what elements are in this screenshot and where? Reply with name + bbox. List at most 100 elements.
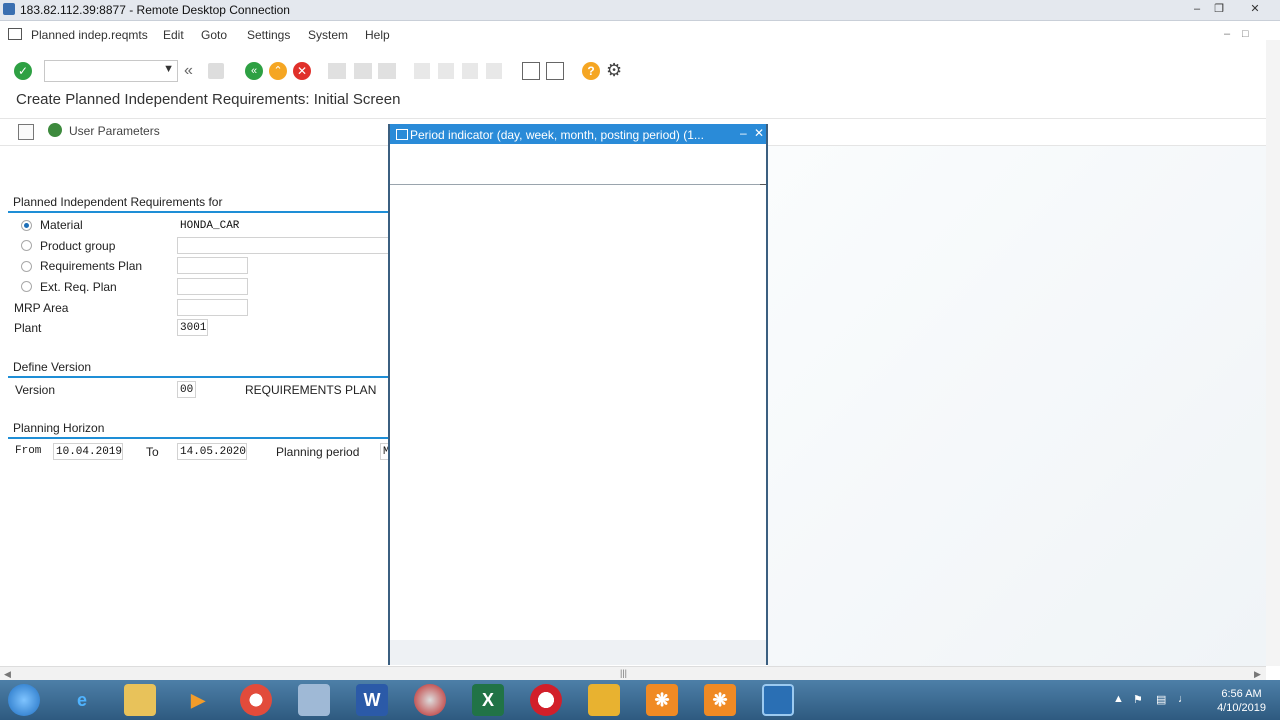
media-player-icon[interactable]: ▶ bbox=[182, 684, 214, 716]
user-parameters-button[interactable]: User Parameters bbox=[69, 124, 160, 138]
mrp-area-label: MRP Area bbox=[14, 301, 69, 315]
product-group-label: Product group bbox=[40, 239, 116, 253]
windows-taskbar: e ▶ W X ❋ ❋ ▲ ⚑ ▤ ♩ 6:56 AM 4/10/2019 bbox=[0, 680, 1280, 720]
sap-logon-icon[interactable]: ❋ bbox=[646, 684, 678, 716]
version-description: REQUIREMENTS PLAN bbox=[245, 383, 377, 397]
media-app-icon[interactable] bbox=[414, 684, 446, 716]
to-date-field[interactable]: 14.05.2020 bbox=[177, 443, 247, 460]
close-icon[interactable]: ✕ bbox=[754, 126, 764, 140]
requirements-plan-label: Requirements Plan bbox=[40, 259, 143, 273]
ext-req-plan-label: Ext. Req. Plan bbox=[40, 280, 117, 294]
remote-desktop-icon bbox=[3, 3, 15, 15]
group-header-planning-horizon: Planning Horizon bbox=[8, 421, 393, 439]
taskbar-clock[interactable]: 6:56 AM 4/10/2019 bbox=[1217, 687, 1266, 715]
menu-help[interactable]: Help bbox=[365, 28, 390, 42]
copy-icon[interactable] bbox=[18, 124, 34, 140]
from-date-field[interactable]: 10.04.2019 bbox=[53, 443, 123, 460]
version-field[interactable]: 00 bbox=[177, 381, 196, 398]
popup-footer bbox=[390, 640, 766, 665]
clock-time: 6:56 AM bbox=[1221, 688, 1262, 700]
enter-check-icon[interactable]: ✓ bbox=[14, 62, 32, 80]
popup-titlebar[interactable]: Period indicator (day, week, month, post… bbox=[390, 124, 766, 144]
plant-field[interactable]: 3001 bbox=[177, 319, 208, 336]
clock-date: 4/10/2019 bbox=[1217, 702, 1266, 714]
word-icon[interactable]: W bbox=[356, 684, 388, 716]
sap-standard-toolbar: ✓ ▼ « « ⌃ ✕ ? ⚙ bbox=[0, 54, 1280, 86]
save-icon[interactable] bbox=[208, 63, 224, 79]
menu-settings[interactable]: Settings bbox=[247, 28, 290, 42]
back-icon[interactable]: « bbox=[245, 62, 263, 80]
tray-expand-icon[interactable]: ▲ bbox=[1113, 693, 1124, 705]
period-indicator-popup: Period indicator (day, week, month, post… bbox=[388, 124, 768, 665]
file-explorer-icon[interactable] bbox=[124, 684, 156, 716]
find-icon[interactable] bbox=[354, 63, 372, 79]
sap-gui-icon[interactable]: ❋ bbox=[704, 684, 736, 716]
plant-label: Plant bbox=[14, 321, 42, 335]
chrome-icon[interactable] bbox=[240, 684, 272, 716]
popup-divider bbox=[390, 184, 766, 185]
menu-icon[interactable] bbox=[8, 28, 22, 40]
menu-system[interactable]: System bbox=[308, 28, 348, 42]
material-field[interactable]: HONDA_CAR bbox=[177, 217, 387, 234]
ext-req-plan-field[interactable] bbox=[177, 278, 248, 295]
network-icon[interactable]: ▤ bbox=[1156, 693, 1166, 706]
shortcut-icon[interactable] bbox=[546, 62, 564, 80]
group-header-define-version: Define Version bbox=[8, 360, 393, 378]
next-page-icon[interactable] bbox=[462, 63, 478, 79]
previous-page-icon[interactable] bbox=[438, 63, 454, 79]
screen-title: Create Planned Independent Requirements:… bbox=[16, 91, 401, 108]
menu-goto[interactable]: Goto bbox=[201, 28, 227, 42]
background-area bbox=[768, 146, 1266, 666]
requirements-plan-field[interactable] bbox=[177, 257, 248, 274]
menu-planned-indep-reqmts[interactable]: Planned indep.reqmts bbox=[31, 28, 148, 42]
action-center-icon[interactable]: ⚑ bbox=[1133, 693, 1143, 706]
scroll-left-icon[interactable]: ◀ bbox=[4, 669, 11, 680]
internet-explorer-icon[interactable]: e bbox=[66, 684, 98, 716]
customize-layout-icon[interactable]: ⚙ bbox=[606, 60, 622, 81]
find-next-icon[interactable] bbox=[378, 63, 396, 79]
material-label: Material bbox=[40, 218, 83, 232]
product-group-radio[interactable] bbox=[21, 240, 32, 251]
opera-icon[interactable] bbox=[530, 684, 562, 716]
exit-icon[interactable]: ⌃ bbox=[269, 62, 287, 80]
start-button-icon[interactable] bbox=[8, 684, 40, 716]
product-group-field[interactable] bbox=[177, 237, 389, 254]
create-session-icon[interactable] bbox=[522, 62, 540, 80]
double-chevron-left-icon[interactable]: « bbox=[184, 62, 193, 80]
window-title: 183.82.112.39:8877 - Remote Desktop Conn… bbox=[20, 3, 290, 17]
horizontal-scrollbar[interactable]: ◀ ||| ▶ bbox=[0, 666, 1266, 681]
remote-desktop-titlebar: 183.82.112.39:8877 - Remote Desktop Conn… bbox=[0, 0, 1280, 21]
minimize-icon[interactable]: – bbox=[1186, 2, 1208, 17]
chevron-down-icon[interactable]: ▼ bbox=[163, 63, 174, 75]
group-header-planned-requirements: Planned Independent Requirements for bbox=[8, 195, 393, 213]
close-icon[interactable]: ✕ bbox=[1244, 2, 1266, 17]
minimize-session-icon[interactable]: – bbox=[1224, 28, 1230, 40]
ext-req-plan-radio[interactable] bbox=[21, 281, 32, 292]
requirements-plan-radio[interactable] bbox=[21, 261, 32, 272]
first-page-icon[interactable] bbox=[414, 63, 430, 79]
excel-icon[interactable]: X bbox=[472, 684, 504, 716]
minimize-icon[interactable]: – bbox=[740, 126, 747, 140]
notepad-icon[interactable] bbox=[298, 684, 330, 716]
version-label: Version bbox=[15, 383, 56, 397]
maximize-session-icon[interactable]: □ bbox=[1242, 28, 1249, 40]
mrp-area-field[interactable] bbox=[177, 299, 248, 316]
folder-icon[interactable] bbox=[588, 684, 620, 716]
user-parameters-icon[interactable] bbox=[48, 123, 62, 137]
vertical-scrollbar[interactable] bbox=[1266, 40, 1280, 666]
popup-corner-mark bbox=[760, 184, 766, 185]
popup-title: Period indicator (day, week, month, post… bbox=[410, 128, 704, 142]
help-icon[interactable]: ? bbox=[582, 62, 600, 80]
command-field[interactable]: ▼ bbox=[44, 60, 178, 82]
remote-desktop-task-icon[interactable] bbox=[762, 684, 794, 716]
scroll-right-icon[interactable]: ▶ bbox=[1254, 669, 1261, 680]
scroll-grip-icon[interactable]: ||| bbox=[620, 668, 627, 678]
last-page-icon[interactable] bbox=[486, 63, 502, 79]
material-radio[interactable] bbox=[21, 220, 32, 231]
print-icon[interactable] bbox=[328, 63, 346, 79]
from-label: From bbox=[15, 445, 42, 457]
restore-icon[interactable]: ❐ bbox=[1208, 2, 1230, 17]
cancel-icon[interactable]: ✕ bbox=[293, 62, 311, 80]
volume-icon[interactable]: ♩ bbox=[1178, 693, 1189, 705]
menu-edit[interactable]: Edit bbox=[163, 28, 184, 42]
